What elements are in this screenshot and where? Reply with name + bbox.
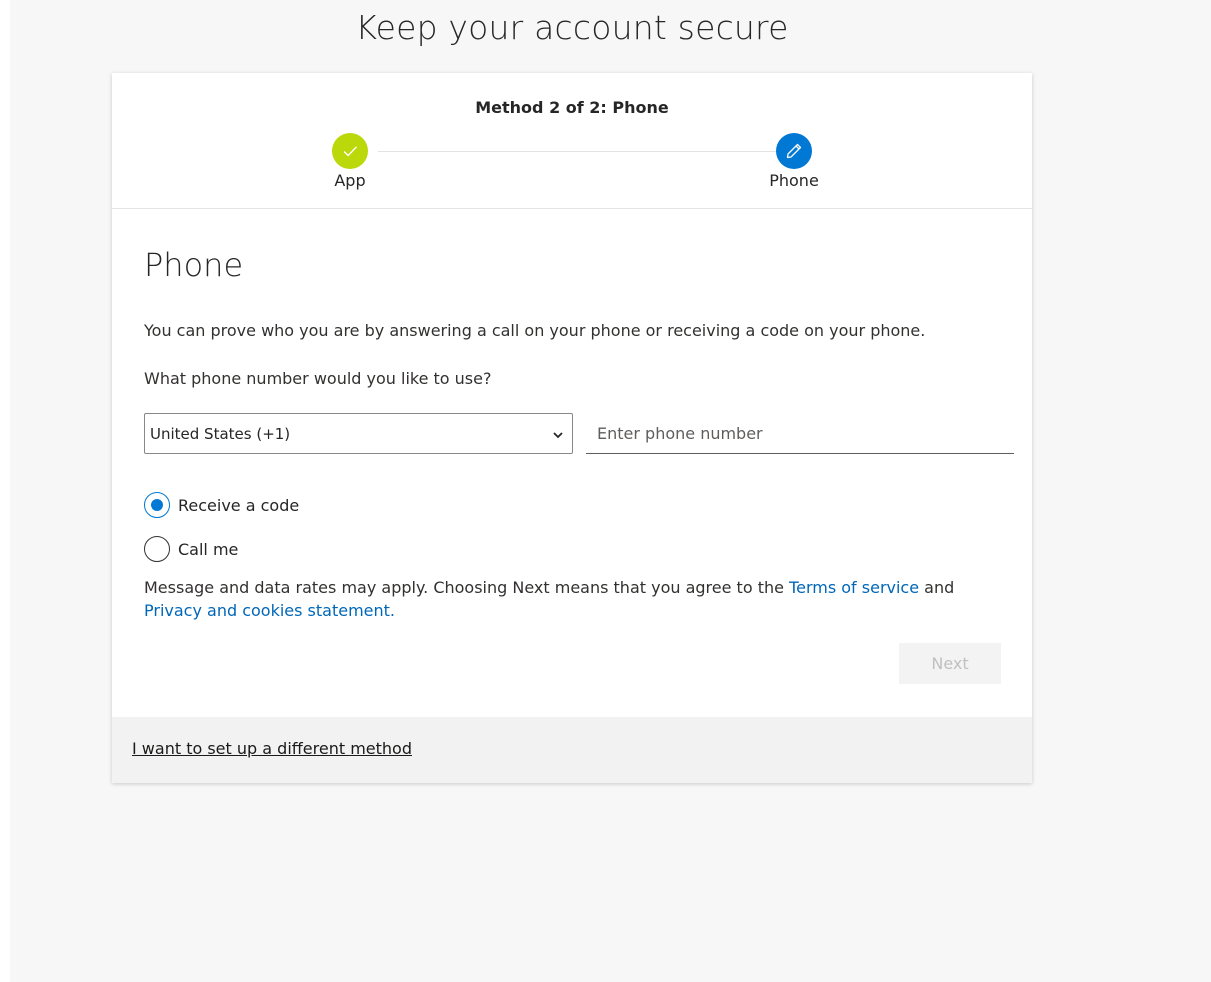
country-code-select[interactable]: United States (+1) — [144, 413, 573, 454]
card-footer: I want to set up a different method — [112, 717, 1032, 783]
radio-label: Receive a code — [178, 495, 300, 515]
different-method-link[interactable]: I want to set up a different method — [132, 739, 412, 758]
radio-button-checked[interactable] — [144, 492, 170, 518]
country-code-value: United States (+1) — [150, 424, 291, 443]
radio-label: Call me — [178, 539, 239, 559]
page-title: Keep your account secure — [355, 8, 789, 47]
pencil-icon — [776, 133, 812, 169]
step-label: App — [334, 171, 366, 190]
radio-call-me[interactable]: Call me — [144, 536, 238, 562]
phone-question: What phone number would you like to use? — [144, 369, 492, 388]
radio-receive-code[interactable]: Receive a code — [144, 492, 299, 518]
step-label: Phone — [769, 171, 819, 190]
step-phone: Phone — [734, 133, 854, 190]
step-app: App — [290, 133, 410, 190]
checkmark-icon — [332, 133, 368, 169]
section-title: Phone — [144, 246, 244, 284]
radio-button[interactable] — [144, 536, 170, 562]
terms-of-service-link[interactable]: Terms of service — [789, 578, 919, 597]
terms-text: Message and data rates may apply. Choosi… — [144, 578, 955, 620]
setup-card: Method 2 of 2: Phone App Phone Phone You… — [112, 73, 1032, 783]
progress-header: Method 2 of 2: Phone App Phone — [112, 73, 1032, 209]
next-button[interactable]: Next — [899, 643, 1001, 684]
chevron-down-icon — [552, 427, 564, 445]
privacy-statement-link[interactable]: Privacy and cookies statement. — [144, 601, 395, 620]
progress-line — [378, 151, 776, 152]
phone-form: Phone You can prove who you are by answe… — [144, 243, 1014, 684]
page-background: Keep your account secure Method 2 of 2: … — [10, 0, 1211, 982]
section-description: You can prove who you are by answering a… — [144, 321, 926, 340]
method-progress-label: Method 2 of 2: Phone — [475, 98, 669, 117]
phone-number-input[interactable] — [586, 413, 1014, 454]
